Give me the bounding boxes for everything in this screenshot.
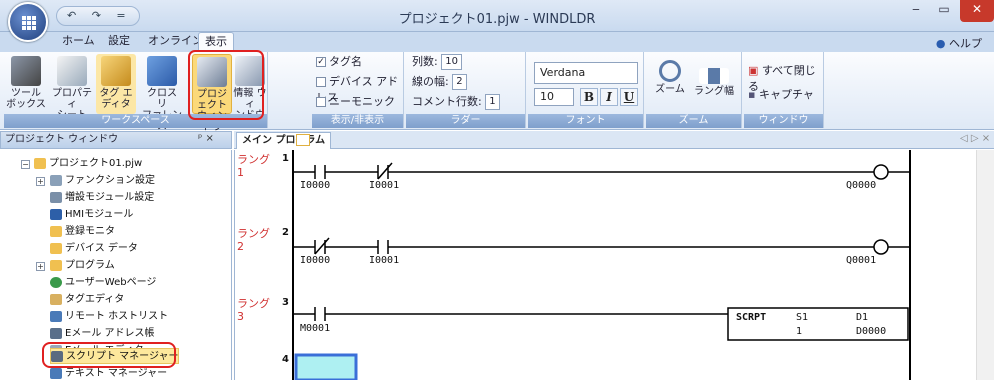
ladder-diagram: [292, 150, 911, 380]
rung-number-1: 1: [282, 153, 289, 164]
rung-number-3: 3: [282, 297, 289, 308]
coil-label[interactable]: Q0001: [846, 255, 876, 266]
app-grid-icon: [22, 16, 36, 30]
contact-label[interactable]: I0001: [369, 180, 399, 191]
coil-label[interactable]: Q0000: [846, 180, 876, 191]
rung-4-cursor: [294, 353, 358, 380]
scrpt-s1-value: 1: [796, 326, 803, 337]
rung-label-2: ラング 2: [237, 227, 270, 253]
rung-3-graphics: [293, 307, 909, 341]
scrpt-s1: S1: [796, 312, 809, 323]
contact-label[interactable]: I0001: [369, 255, 399, 266]
rung-label-1: ラング 1: [237, 153, 270, 179]
scrpt-d1: D1: [856, 312, 869, 323]
rung-number-2: 2: [282, 227, 289, 238]
contact-label[interactable]: I0000: [300, 255, 330, 266]
scrpt-d1-value: D0000: [856, 326, 887, 337]
rung-1-graphics: [293, 162, 910, 180]
vertical-scrollbar[interactable]: [976, 150, 994, 380]
rung-label-3: ラング 3: [237, 297, 270, 323]
app-menu-button[interactable]: [8, 2, 48, 42]
rung-2-graphics: [293, 237, 910, 255]
contact-label[interactable]: I0000: [300, 180, 330, 191]
scrpt-instruction[interactable]: SCRPT: [736, 312, 766, 323]
rung-number-4: 4: [282, 354, 289, 365]
contact-label[interactable]: M0001: [300, 323, 330, 334]
